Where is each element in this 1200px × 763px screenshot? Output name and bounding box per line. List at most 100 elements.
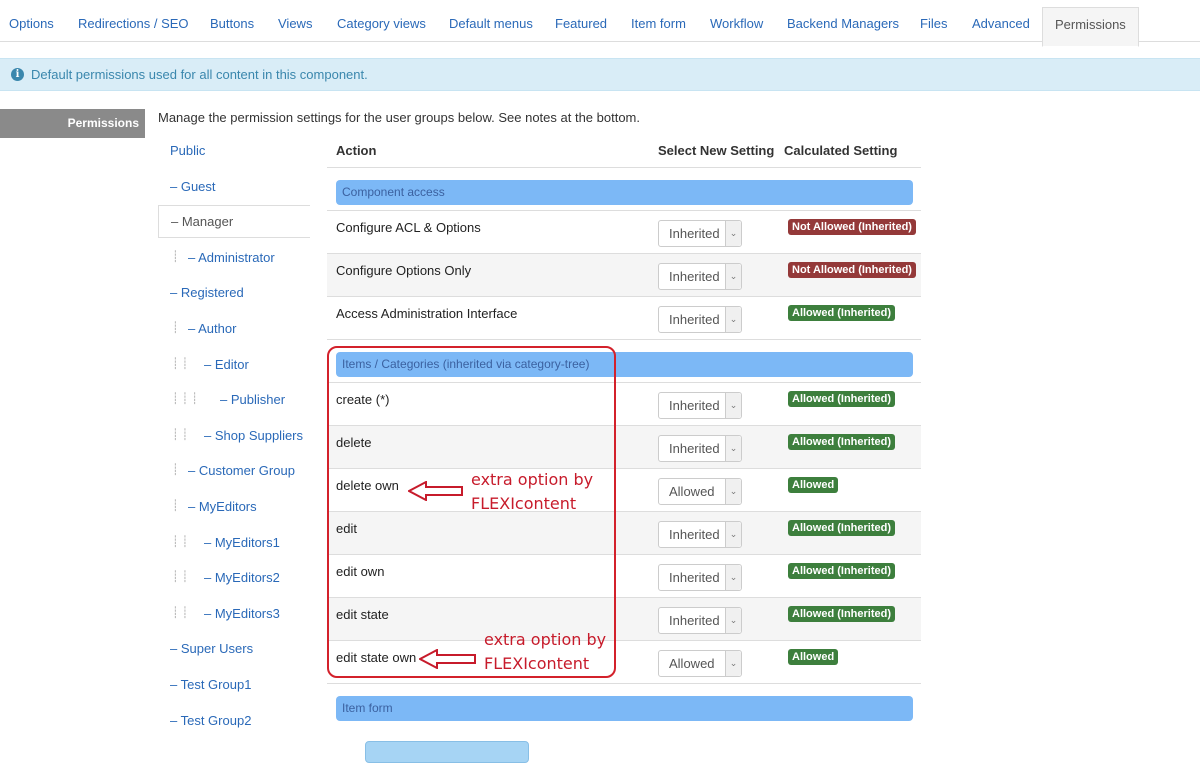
calculated-setting-badge: Not Allowed (Inherited)	[788, 262, 916, 278]
group-label: – Test Group1	[170, 677, 252, 692]
group-item[interactable]: ┊ ┊ ┊ – Publisher	[158, 383, 310, 416]
group-label: – Editor	[204, 356, 249, 372]
setting-value: Inherited	[669, 398, 720, 413]
calculated-setting-badge: Allowed (Inherited)	[788, 391, 895, 407]
tab-files[interactable]: Files	[920, 0, 947, 41]
calculated-setting-badge: Allowed	[788, 649, 839, 665]
annotation-note-1: extra option by FLEXIcontent	[471, 468, 593, 516]
group-label: – Author	[188, 321, 237, 336]
section-row: Component access	[327, 167, 921, 210]
group-label: – Super Users	[170, 641, 254, 657]
tab-default-menus[interactable]: Default menus	[449, 0, 533, 41]
tab-redirections-seo[interactable]: Redirections / SEO	[78, 0, 189, 41]
tab-featured[interactable]: Featured	[555, 0, 607, 41]
permission-row: Configure Options Only Inherited ⌄ Not Allo…	[327, 253, 921, 296]
group-label: – Test Group2	[170, 712, 252, 728]
group-item[interactable]: ┊ ┊ – MyEditors1	[158, 526, 310, 559]
tab-advanced[interactable]: Advanced	[972, 0, 1030, 41]
setting-select[interactable]: Inherited ⌄	[658, 220, 742, 247]
setting-value: Allowed	[669, 656, 715, 671]
tree-indent: ┊	[172, 322, 179, 334]
group-item[interactable]: ┊ – Customer Group	[158, 454, 310, 487]
tab-category-views[interactable]: Category views	[337, 0, 426, 41]
tab-workflow[interactable]: Workflow	[710, 0, 763, 41]
tree-indent: ┊ ┊	[172, 357, 189, 370]
calculated-setting-badge: Allowed (Inherited)	[788, 606, 895, 622]
group-item[interactable]: – Super Users	[158, 632, 310, 665]
action-label: Configure Options Only	[336, 263, 472, 278]
chevron-down-icon: ⌄	[725, 522, 741, 547]
tab-item-form[interactable]: Item form	[631, 0, 686, 41]
action-label: Access Administration Interface	[336, 306, 518, 321]
group-label: Public	[170, 143, 206, 158]
group-label: – MyEditors1	[204, 534, 280, 550]
setting-select[interactable]: Allowed ⌄	[658, 478, 742, 505]
setting-select[interactable]: Inherited ⌄	[658, 392, 742, 419]
tab-buttons[interactable]: Buttons	[210, 0, 254, 41]
header-select-new-setting: Select New Setting	[658, 143, 775, 158]
tree-indent: ┊ ┊	[172, 535, 189, 548]
annotation-arrow-icon	[408, 481, 463, 501]
calculated-setting-badge: Allowed	[788, 477, 839, 493]
setting-select[interactable]: Inherited ⌄	[658, 607, 742, 634]
setting-value: Inherited	[669, 269, 720, 284]
group-label: – MyEditors	[188, 499, 257, 514]
group-item[interactable]: ┊ ┊ – Shop Suppliers	[158, 419, 310, 452]
setting-select[interactable]: Allowed ⌄	[658, 650, 742, 677]
chevron-down-icon: ⌄	[725, 651, 741, 676]
info-alert: i Default permissions used for all conte…	[0, 58, 1200, 91]
tree-indent: ┊ ┊	[172, 428, 189, 441]
setting-select[interactable]: Inherited ⌄	[658, 306, 742, 333]
annotation-note-1-line1: extra option by	[471, 470, 594, 489]
group-label: – Registered	[170, 285, 244, 301]
setting-value: Inherited	[669, 312, 720, 327]
group-item[interactable]: ┊ ┊ – Editor	[158, 348, 310, 381]
group-label: – MyEditors2	[204, 570, 280, 586]
tab-permissions[interactable]: Permissions	[1042, 7, 1139, 47]
tab-options[interactable]: Options	[9, 0, 54, 41]
group-item[interactable]: ┊ ┊ – MyEditors2	[158, 561, 310, 594]
group-item[interactable]: – Test Group1	[158, 668, 310, 701]
setting-value: Inherited	[669, 441, 720, 456]
setting-select[interactable]: Inherited ⌄	[658, 564, 742, 591]
section-header: Component access	[336, 180, 913, 205]
setting-select[interactable]: Inherited ⌄	[658, 263, 742, 290]
group-item[interactable]: – Guest	[158, 170, 310, 203]
group-item[interactable]: Public	[158, 134, 310, 167]
annotation-note-2: extra option by FLEXIcontent	[484, 628, 606, 676]
side-tab-permissions[interactable]: Permissions	[0, 109, 145, 138]
group-item[interactable]: ┊ – MyEditors	[158, 490, 310, 523]
calculated-setting-badge: Allowed (Inherited)	[788, 434, 895, 450]
group-label: – Customer Group	[188, 463, 295, 479]
setting-select[interactable]: Inherited ⌄	[658, 435, 742, 462]
group-item[interactable]: ┊ – Administrator	[158, 241, 310, 274]
chevron-down-icon: ⌄	[725, 565, 741, 590]
group-item[interactable]: ┊ – Author	[158, 312, 310, 345]
chevron-down-icon: ⌄	[725, 307, 741, 332]
group-item[interactable]: ┊ ┊ – MyEditors3	[158, 597, 310, 630]
info-icon: i	[11, 68, 24, 81]
tab-backend-managers[interactable]: Backend Managers	[787, 0, 899, 41]
group-item[interactable]: – Registered	[158, 276, 310, 309]
tree-indent: ┊	[172, 250, 179, 263]
permission-row: Access Administration Interface Inherited…	[327, 296, 921, 339]
setting-value: Inherited	[669, 570, 720, 585]
group-item[interactable]: – Manager	[158, 205, 310, 239]
chevron-down-icon: ⌄	[725, 393, 741, 418]
bottom-button[interactable]	[365, 741, 529, 763]
chevron-down-icon: ⌄	[725, 479, 741, 504]
annotation-note-2-line1: extra option by	[484, 630, 607, 649]
section-header: Item form	[336, 696, 913, 721]
annotation-arrow-icon	[419, 649, 476, 669]
group-label: – Publisher	[220, 392, 286, 408]
calculated-setting-badge: Allowed (Inherited)	[788, 305, 895, 321]
chevron-down-icon: ⌄	[725, 264, 741, 289]
action-label: Configure ACL & Options	[336, 220, 481, 235]
tab-views[interactable]: Views	[278, 0, 312, 41]
calculated-setting-badge: Allowed (Inherited)	[788, 563, 895, 579]
tree-indent: ┊ ┊	[172, 571, 189, 584]
setting-select[interactable]: Inherited ⌄	[658, 521, 742, 548]
tab-bar: Options Redirections / SEO Buttons Views…	[0, 0, 1200, 47]
group-item[interactable]: – Test Group2	[158, 704, 310, 737]
intro-text: Manage the permission settings for the u…	[158, 110, 641, 125]
